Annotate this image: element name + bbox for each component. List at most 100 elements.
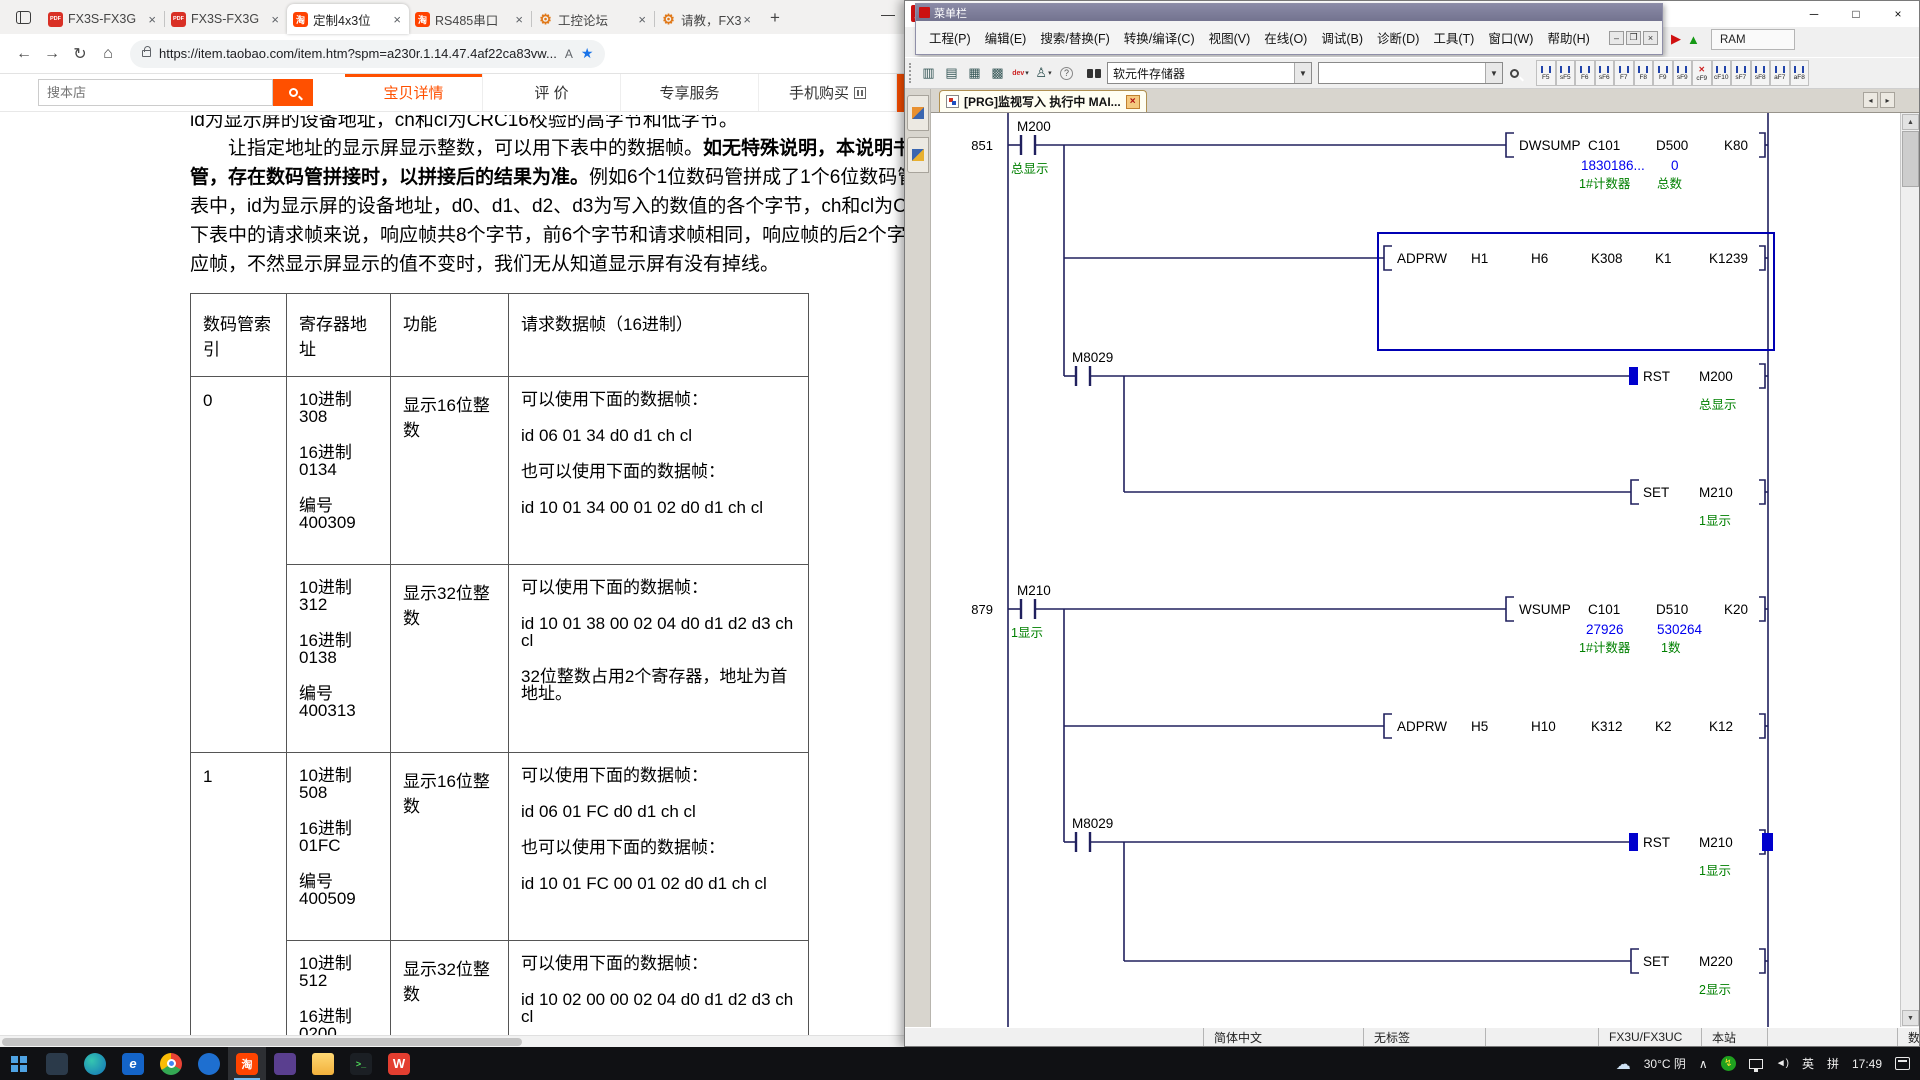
contact-operand[interactable]: M8029	[1072, 350, 1113, 365]
menu-window[interactable]: 窗口(W)	[1481, 25, 1540, 50]
device-display-icon[interactable]: dev▾	[1009, 62, 1032, 85]
menubar-restore-icon[interactable]: ❐	[1626, 31, 1641, 45]
vertical-scrollbar[interactable]: ▲ ▼	[1900, 113, 1919, 1027]
vertical-tabs-button[interactable]	[8, 3, 38, 31]
minimize-button[interactable]: ─	[1793, 1, 1835, 27]
browser-tab-2[interactable]: PDF FX3S-FX3G ×	[165, 4, 287, 34]
favorite-star-icon[interactable]: ★	[581, 45, 594, 62]
fkey-pulse-invert[interactable]: aF8	[1790, 60, 1810, 86]
volume-icon[interactable]: ◄)	[1776, 1058, 1789, 1069]
toolbar-grip[interactable]	[909, 63, 913, 83]
instruction-adprw[interactable]: ADPRW H1 H6 K308 K1 K1239	[1397, 251, 1748, 266]
instruction-wsump[interactable]: WSUMP C101 D510 K20 27926 530264 1#计数器 1…	[1519, 602, 1748, 655]
scroll-up-icon[interactable]: ▲	[1902, 114, 1919, 130]
menu-tools[interactable]: 工具(T)	[1426, 25, 1481, 50]
instruction-rst-2[interactable]: RST M210 1显示	[1643, 835, 1733, 878]
menu-edit[interactable]: 编辑(E)	[978, 25, 1034, 50]
taskbar-chrome[interactable]	[152, 1047, 190, 1080]
maximize-button[interactable]: □	[1835, 1, 1877, 27]
scroll-down-icon[interactable]: ▼	[1902, 1010, 1919, 1026]
menu-online[interactable]: 在线(O)	[1257, 25, 1314, 50]
tab-close-icon[interactable]: ×	[146, 12, 158, 27]
shop-search-button[interactable]	[273, 79, 313, 106]
fkey-coil[interactable]: F7	[1614, 60, 1634, 86]
project-window-icon[interactable]: ▥	[917, 62, 940, 85]
refresh-icon[interactable]: ↻	[66, 40, 94, 68]
browser-tab-1[interactable]: PDF FX3S-FX3G ×	[42, 4, 164, 34]
menu-debug[interactable]: 调试(B)	[1314, 25, 1370, 50]
close-button[interactable]: ×	[1877, 1, 1919, 27]
tab-close-icon[interactable]: ×	[513, 12, 525, 27]
fkey-open-contact[interactable]: F5	[1536, 60, 1556, 86]
clock[interactable]: 17:49	[1852, 1057, 1882, 1071]
menu-find-replace[interactable]: 搜索/替换(F)	[1033, 25, 1116, 50]
new-tab-button[interactable]: +	[763, 6, 787, 30]
menu-diagnostics[interactable]: 诊断(D)	[1370, 25, 1426, 50]
read-aloud-icon[interactable]: A	[565, 47, 573, 61]
instruction-set-2[interactable]: SET M220 2显示	[1643, 954, 1733, 997]
menubar-minimize-icon[interactable]: –	[1609, 31, 1624, 45]
instruction-dwsump[interactable]: DWSUMP C101 D500 K80 1830186... 0 1#计数器 …	[1519, 138, 1748, 191]
instruction-rst[interactable]: RST M200 总显示	[1643, 369, 1737, 412]
menu-help[interactable]: 帮助(H)	[1540, 25, 1596, 50]
selection-window-tab[interactable]	[907, 95, 929, 131]
run-icon[interactable]: ▶	[1671, 31, 1681, 47]
fkey-invert[interactable]: aF7	[1770, 60, 1790, 86]
taskbar-taobao-active[interactable]: 淘	[228, 1047, 266, 1080]
ime-language-badge[interactable]: 英	[1802, 1055, 1814, 1072]
docking-window-icon[interactable]: ▤	[940, 62, 963, 85]
shop-search-input[interactable]	[38, 79, 273, 106]
tab-close-icon[interactable]: ×	[636, 12, 648, 27]
browser-tab-6[interactable]: ⚙ 请教，FX3 ×	[655, 4, 759, 34]
hidden-icons-chevron[interactable]: ∧	[1699, 1057, 1708, 1071]
fkey-vertical-line[interactable]: F9	[1653, 60, 1673, 86]
browser-minimize-button[interactable]: —	[881, 6, 895, 22]
menubar-title[interactable]: 菜单栏	[916, 4, 1662, 21]
browser-tab-5[interactable]: ⚙ 工控论坛 ×	[532, 4, 654, 34]
shop-tab-mobile[interactable]: 手机购买	[759, 74, 897, 111]
home-icon[interactable]: ⌂	[94, 40, 122, 68]
menu-compile[interactable]: 转换/编译(C)	[1117, 25, 1202, 50]
tab-scroll-left-icon[interactable]: ◂	[1863, 92, 1878, 108]
forward-icon[interactable]: →	[38, 40, 66, 68]
fkey-open-branch[interactable]: F6	[1575, 60, 1595, 86]
ladder-document-tab[interactable]: [PRG]监视写入 执行中 MAI... ×	[939, 90, 1147, 112]
chevron-down-icon[interactable]: ▼	[1294, 63, 1311, 83]
shop-tab-detail[interactable]: 宝贝详情	[345, 74, 483, 111]
output-window-tab[interactable]	[907, 137, 929, 173]
taskbar-qq[interactable]	[190, 1047, 228, 1080]
fkey-delete-vertical[interactable]: cF10	[1712, 60, 1732, 86]
taskbar-pinned-app[interactable]	[38, 1047, 76, 1080]
ime-pinyin-badge[interactable]: 拼	[1827, 1055, 1839, 1072]
user-library-icon[interactable]: ♙▾	[1032, 62, 1055, 85]
menu-project[interactable]: 工程(P)	[922, 25, 978, 50]
back-icon[interactable]: ←	[10, 40, 38, 68]
instruction-set[interactable]: SET M210 1显示	[1643, 485, 1733, 528]
horizontal-scrollbar[interactable]	[0, 1035, 905, 1047]
chevron-down-icon[interactable]: ▼	[1485, 63, 1502, 83]
intelligent-monitor-icon[interactable]: ▩	[986, 62, 1009, 85]
fkey-pulse-close[interactable]: sF8	[1751, 60, 1771, 86]
fkey-close-branch[interactable]: sF6	[1595, 60, 1615, 86]
taskbar-file-explorer[interactable]	[304, 1047, 342, 1080]
search-icon[interactable]	[1503, 62, 1526, 85]
fkey-application-instruction[interactable]: F8	[1634, 60, 1654, 86]
taskbar-edge[interactable]	[76, 1047, 114, 1080]
contact-operand[interactable]: M200	[1017, 119, 1051, 134]
weather-text[interactable]: 30°C 阴	[1644, 1055, 1686, 1072]
tab-close-icon[interactable]: ×	[391, 12, 403, 27]
taskbar-ie[interactable]: e	[114, 1047, 152, 1080]
url-text[interactable]: https://item.taobao.com/item.htm?spm=a23…	[159, 46, 557, 61]
contact-operand[interactable]: M8029	[1072, 816, 1113, 831]
shop-tab-service[interactable]: 专享服务	[621, 74, 759, 111]
antivirus-shield-icon[interactable]: ↯	[1721, 1056, 1736, 1071]
start-button[interactable]	[0, 1047, 38, 1080]
stop-icon[interactable]: ▲	[1687, 32, 1700, 47]
taskbar-terminal[interactable]: >_	[342, 1047, 380, 1080]
scrollbar-thumb[interactable]	[2, 1038, 522, 1046]
device-search-combo[interactable]: ▼	[1318, 62, 1503, 84]
browser-tab-4[interactable]: 淘 RS485串口 ×	[409, 4, 531, 34]
find-binoculars-icon[interactable]	[1078, 62, 1101, 85]
browser-tab-3-active[interactable]: 淘 定制4x3位 ×	[287, 4, 409, 34]
fkey-close-contact[interactable]: sF5	[1556, 60, 1576, 86]
